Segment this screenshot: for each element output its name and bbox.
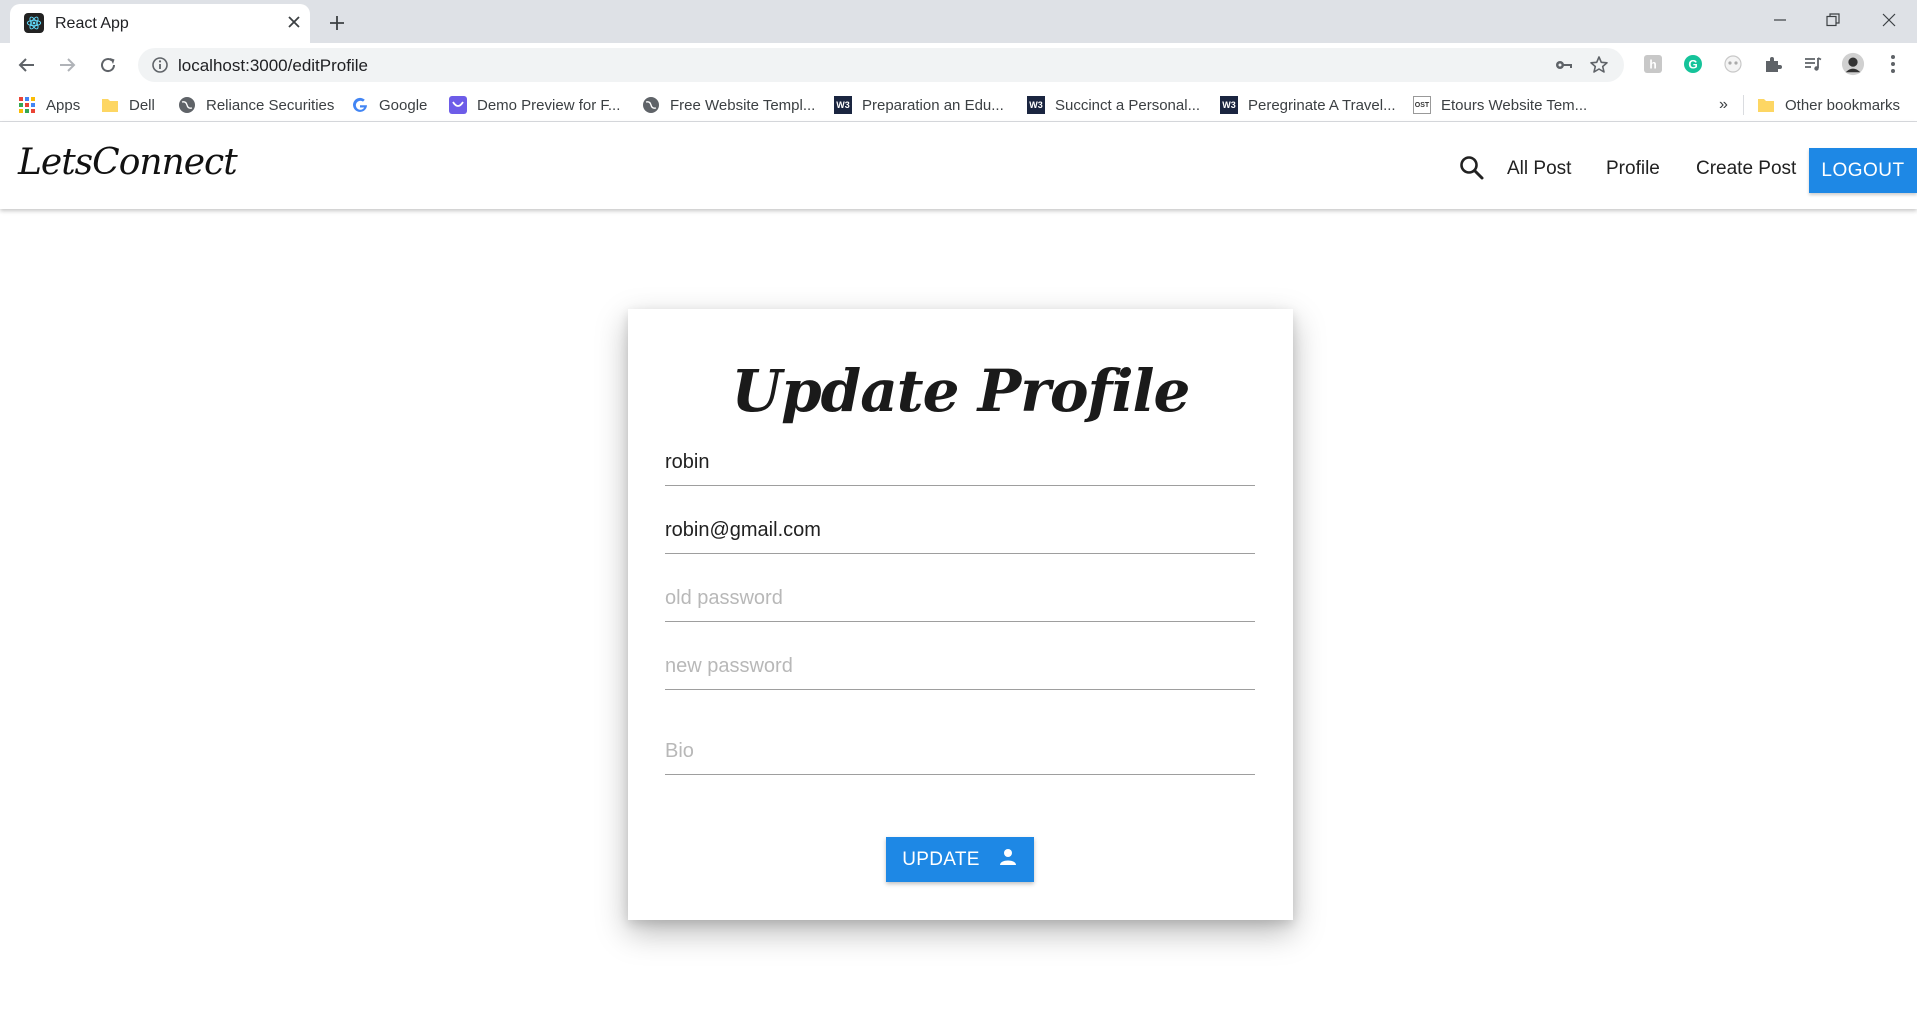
update-button[interactable]: UPDATE: [886, 837, 1034, 882]
folder-icon: [1757, 96, 1775, 114]
media-queue-icon[interactable]: [1801, 52, 1825, 76]
panda-extension-icon[interactable]: [1721, 52, 1745, 76]
star-icon[interactable]: [1588, 54, 1610, 76]
site-info-icon[interactable]: [151, 56, 169, 74]
bookmark-reliance-securities[interactable]: Reliance Securities: [178, 93, 334, 117]
browser-toolbar: localhost:3000/editProfile h G: [0, 43, 1917, 87]
key-icon[interactable]: [1553, 54, 1575, 76]
close-icon[interactable]: [282, 10, 306, 34]
bookmark-label: Reliance Securities: [206, 96, 335, 114]
svg-text:h: h: [1649, 58, 1656, 72]
bookmark-label: Dell: [129, 96, 155, 114]
bookmark-other-bookmarks[interactable]: Other bookmarks: [1757, 93, 1900, 117]
globe-icon: [642, 96, 660, 114]
bookmark-label: Other bookmarks: [1785, 96, 1901, 114]
bookmarks-overflow-button[interactable]: »: [1719, 93, 1728, 117]
person-icon: [998, 847, 1018, 873]
bookmark-etours[interactable]: OST Etours Website Tem...: [1413, 93, 1587, 117]
apps-grid-icon: [18, 96, 36, 114]
minimize-icon[interactable]: [1757, 4, 1803, 36]
bookmarks-bar: Apps Dell Reliance Securities Google Dem…: [0, 87, 1917, 122]
name-field[interactable]: [665, 440, 1255, 486]
bookmark-free-website-templates[interactable]: Free Website Templ...: [642, 93, 815, 117]
puzzle-extensions-icon[interactable]: [1761, 52, 1785, 76]
browser-tab[interactable]: React App: [10, 4, 310, 43]
globe-icon: [178, 96, 196, 114]
bookmark-label: Apps: [46, 96, 81, 114]
google-icon: [351, 96, 369, 114]
nav-link-all-post[interactable]: All Post: [1507, 158, 1571, 180]
nav-link-create-post[interactable]: Create Post: [1696, 158, 1796, 180]
bookmark-label: Free Website Templ...: [670, 96, 816, 114]
bookmark-label: Google: [379, 96, 428, 114]
url-text: localhost:3000/editProfile: [178, 56, 368, 75]
bookmark-google[interactable]: Google: [351, 93, 427, 117]
bookmark-label: Succinct a Personal...: [1055, 96, 1201, 114]
grammarly-icon[interactable]: G: [1681, 52, 1705, 76]
react-logo-icon: [24, 13, 44, 33]
extension-h-icon[interactable]: h: [1641, 52, 1665, 76]
restore-icon[interactable]: [1810, 4, 1856, 36]
bookmarks-divider: [1743, 95, 1744, 115]
back-arrow-icon[interactable]: [12, 50, 42, 80]
update-button-label: UPDATE: [902, 848, 980, 870]
email-field[interactable]: [665, 508, 1255, 554]
w3-icon: W3: [1220, 96, 1238, 114]
bookmark-label: Demo Preview for F...: [477, 96, 621, 114]
new-tab-button[interactable]: [322, 8, 352, 38]
bio-field[interactable]: [665, 729, 1255, 775]
folder-icon: [101, 96, 119, 114]
bookmark-dell[interactable]: Dell: [101, 93, 155, 117]
address-bar[interactable]: localhost:3000/editProfile: [138, 48, 1624, 82]
brand-logo[interactable]: LetsConnect: [18, 142, 238, 183]
app-navbar: LetsConnect All Post Profile Create Post…: [0, 122, 1917, 209]
bookmark-apps[interactable]: Apps: [18, 93, 80, 117]
bookmark-preparation[interactable]: W3 Preparation an Edu...: [834, 93, 1004, 117]
logout-button[interactable]: LOGOUT: [1809, 148, 1917, 193]
search-icon[interactable]: [1458, 154, 1486, 182]
kebab-menu-icon[interactable]: [1881, 52, 1905, 76]
bookmark-succinct[interactable]: W3 Succinct a Personal...: [1027, 93, 1200, 117]
bookmark-label: Preparation an Edu...: [862, 96, 1004, 114]
forward-arrow-icon[interactable]: [52, 50, 82, 80]
nav-link-profile[interactable]: Profile: [1606, 158, 1660, 180]
update-profile-card: Update Profile UPDATE: [628, 309, 1293, 920]
tab-title: React App: [55, 15, 129, 32]
new-password-field[interactable]: [665, 644, 1255, 690]
ost-icon: OST: [1413, 96, 1431, 114]
svg-text:G: G: [1688, 58, 1697, 72]
browser-tab-strip: React App: [0, 0, 1917, 43]
demo-preview-icon: [449, 96, 467, 114]
reload-icon[interactable]: [93, 50, 123, 80]
window-close-icon[interactable]: [1866, 4, 1912, 36]
bookmark-peregrinate[interactable]: W3 Peregrinate A Travel...: [1220, 93, 1396, 117]
page-title: Update Profile: [731, 357, 1191, 425]
bookmark-label: Etours Website Tem...: [1441, 96, 1588, 114]
profile-avatar-icon[interactable]: [1841, 52, 1865, 76]
w3-icon: W3: [1027, 96, 1045, 114]
w3-icon: W3: [834, 96, 852, 114]
bookmark-label: Peregrinate A Travel...: [1248, 96, 1396, 114]
old-password-field[interactable]: [665, 576, 1255, 622]
bookmark-demo-preview[interactable]: Demo Preview for F...: [449, 93, 620, 117]
